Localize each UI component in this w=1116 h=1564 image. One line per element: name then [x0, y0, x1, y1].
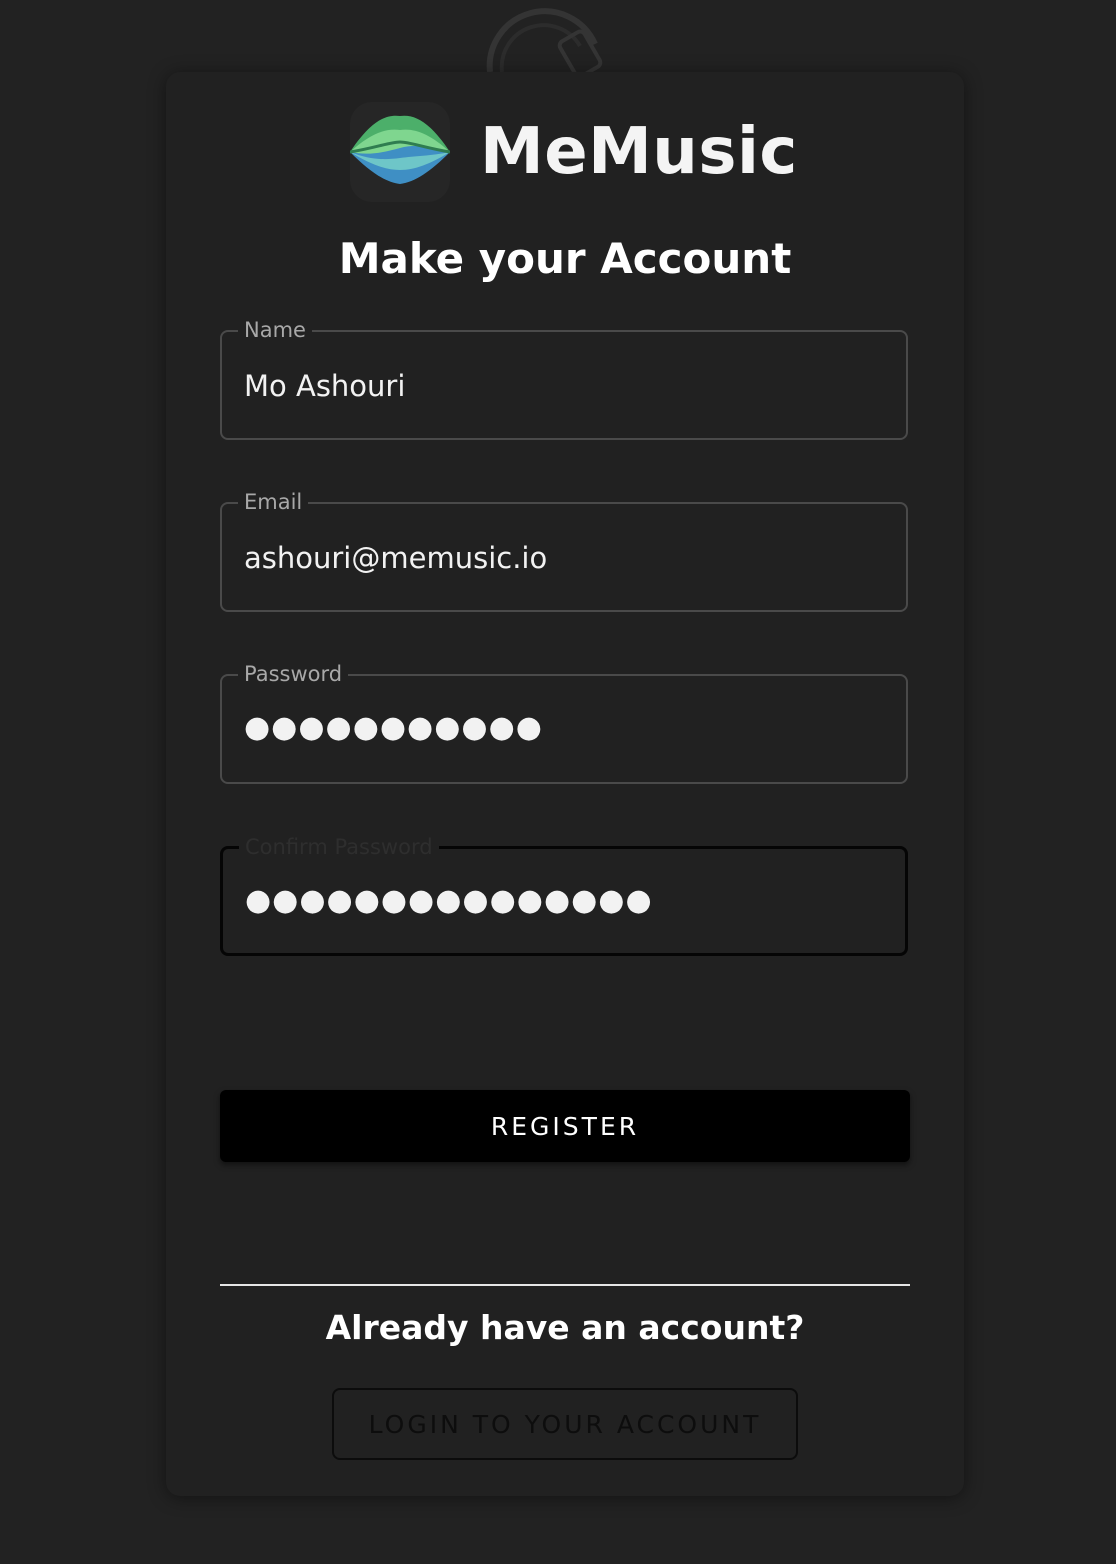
brand-name: MeMusic [480, 115, 798, 189]
confirm-password-field[interactable]: Confirm Password ●●●●●●●●●●●●●●● [220, 834, 908, 956]
register-card: MeMusic Make your Account Name Mo Ashour… [166, 72, 964, 1496]
password-field[interactable]: Password ●●●●●●●●●●● [220, 661, 908, 784]
confirm-password-field-value[interactable]: ●●●●●●●●●●●●●●● [245, 883, 653, 919]
register-button[interactable]: REGISTER [220, 1090, 910, 1162]
waveform-icon [350, 102, 450, 202]
page: MeMusic Make your Account Name Mo Ashour… [0, 0, 1116, 1564]
name-field-label: Name [238, 317, 312, 343]
headphones-icon [486, 8, 603, 74]
password-field-value[interactable]: ●●●●●●●●●●● [244, 710, 543, 746]
name-field[interactable]: Name Mo Ashouri [220, 317, 908, 440]
name-field-value[interactable]: Mo Ashouri [244, 368, 405, 404]
brand-header: MeMusic [350, 102, 798, 202]
email-field-value[interactable]: ashouri@memusic.io [244, 540, 547, 576]
email-field-label: Email [238, 489, 309, 515]
login-button[interactable]: LOGIN TO YOUR ACCOUNT [332, 1388, 798, 1460]
divider [220, 1284, 910, 1286]
login-prompt: Already have an account? [325, 1308, 805, 1347]
page-title: Make your Account [338, 234, 792, 283]
email-field[interactable]: Email ashouri@memusic.io [220, 489, 908, 612]
password-field-label: Password [238, 661, 349, 687]
confirm-password-field-label: Confirm Password [239, 834, 439, 860]
